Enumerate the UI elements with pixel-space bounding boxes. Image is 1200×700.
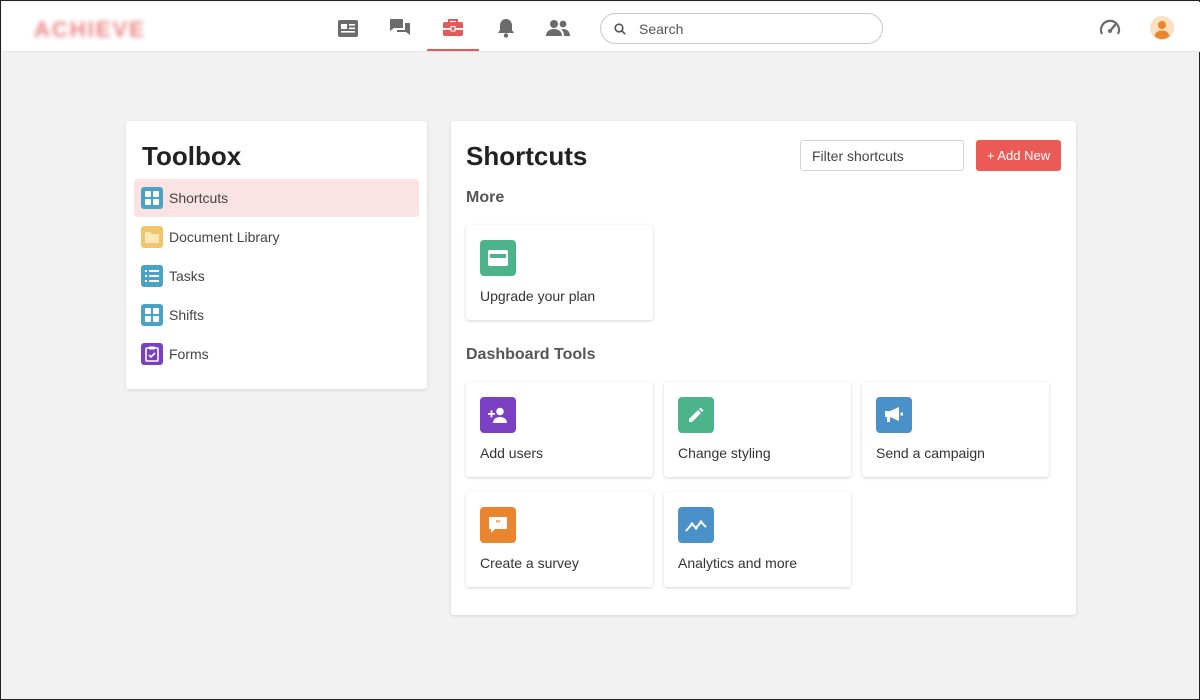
toolbox-item-shifts[interactable]: Shifts (134, 296, 419, 334)
svg-text:": " (495, 519, 500, 530)
shortcuts-panel: Shortcuts + Add New More Upgrade your pl… (451, 121, 1076, 615)
shortcut-tile-label: Create a survey (480, 555, 579, 571)
trend-line-icon (678, 507, 714, 543)
shortcut-tile-send-campaign[interactable]: Send a campaign (862, 382, 1049, 477)
page-title: Shortcuts (466, 141, 588, 171)
clipboard-check-icon (141, 343, 163, 365)
bell-icon[interactable] (493, 15, 519, 41)
shortcut-tile-upgrade-plan[interactable]: Upgrade your plan (466, 225, 653, 320)
toolbox-item-tasks[interactable]: Tasks (134, 257, 419, 295)
pencil-icon (678, 397, 714, 433)
search-box[interactable] (600, 13, 883, 44)
app-frame: ACHIEVE Toolbox (0, 0, 1200, 700)
search-input[interactable] (639, 19, 869, 39)
quote-bubble-icon: " (480, 507, 516, 543)
shortcut-tile-label: Change styling (678, 445, 771, 461)
shortcut-tile-label: Send a campaign (876, 445, 985, 461)
user-avatar-icon[interactable] (1150, 16, 1174, 40)
search-icon (614, 23, 626, 35)
chat-icon[interactable] (387, 15, 413, 41)
folder-icon (141, 226, 163, 248)
shortcut-tile-label: Add users (480, 445, 544, 461)
shortcut-tile-label: Upgrade your plan (480, 288, 596, 304)
shortcut-tile-create-survey[interactable]: " Create a survey (466, 492, 653, 587)
toolbox-item-label: Shifts (169, 307, 205, 323)
section-title-dashboard-tools: Dashboard Tools (466, 346, 596, 363)
people-icon[interactable] (545, 15, 571, 41)
list-icon (141, 265, 163, 287)
toolbox-item-forms[interactable]: Forms (134, 335, 419, 373)
toolbox-panel: Toolbox Shortcuts Document Library Tasks… (126, 121, 427, 389)
grid-icon (141, 304, 163, 326)
brand-logo[interactable]: ACHIEVE (34, 17, 146, 42)
toolbox-item-label: Document Library (169, 229, 280, 245)
grid-icon (141, 187, 163, 209)
toolbox-item-label: Tasks (169, 268, 205, 284)
add-new-button[interactable]: + Add New (976, 140, 1061, 171)
toolbox-title: Toolbox (142, 141, 242, 171)
shortcut-tile-analytics[interactable]: Analytics and more (664, 492, 851, 587)
shortcut-tile-add-users[interactable]: Add users (466, 382, 653, 477)
top-navigation-bar: ACHIEVE (2, 2, 1200, 52)
toolbox-icon[interactable] (440, 15, 466, 41)
toolbox-item-shortcuts[interactable]: Shortcuts (134, 179, 419, 217)
shortcut-tile-change-styling[interactable]: Change styling (664, 382, 851, 477)
toolbox-item-label: Shortcuts (169, 190, 229, 206)
megaphone-icon (876, 397, 912, 433)
newsfeed-icon[interactable] (335, 15, 361, 41)
speedometer-icon[interactable] (1098, 16, 1122, 40)
section-title-more: More (466, 189, 505, 206)
toolbox-item-label: Forms (169, 346, 209, 362)
toolbox-item-document-library[interactable]: Document Library (134, 218, 419, 256)
filter-shortcuts-input[interactable] (800, 140, 964, 171)
credit-card-icon (480, 240, 516, 276)
shortcut-tile-label: Analytics and more (678, 555, 798, 571)
add-user-icon (480, 397, 516, 433)
active-nav-indicator (427, 49, 479, 51)
